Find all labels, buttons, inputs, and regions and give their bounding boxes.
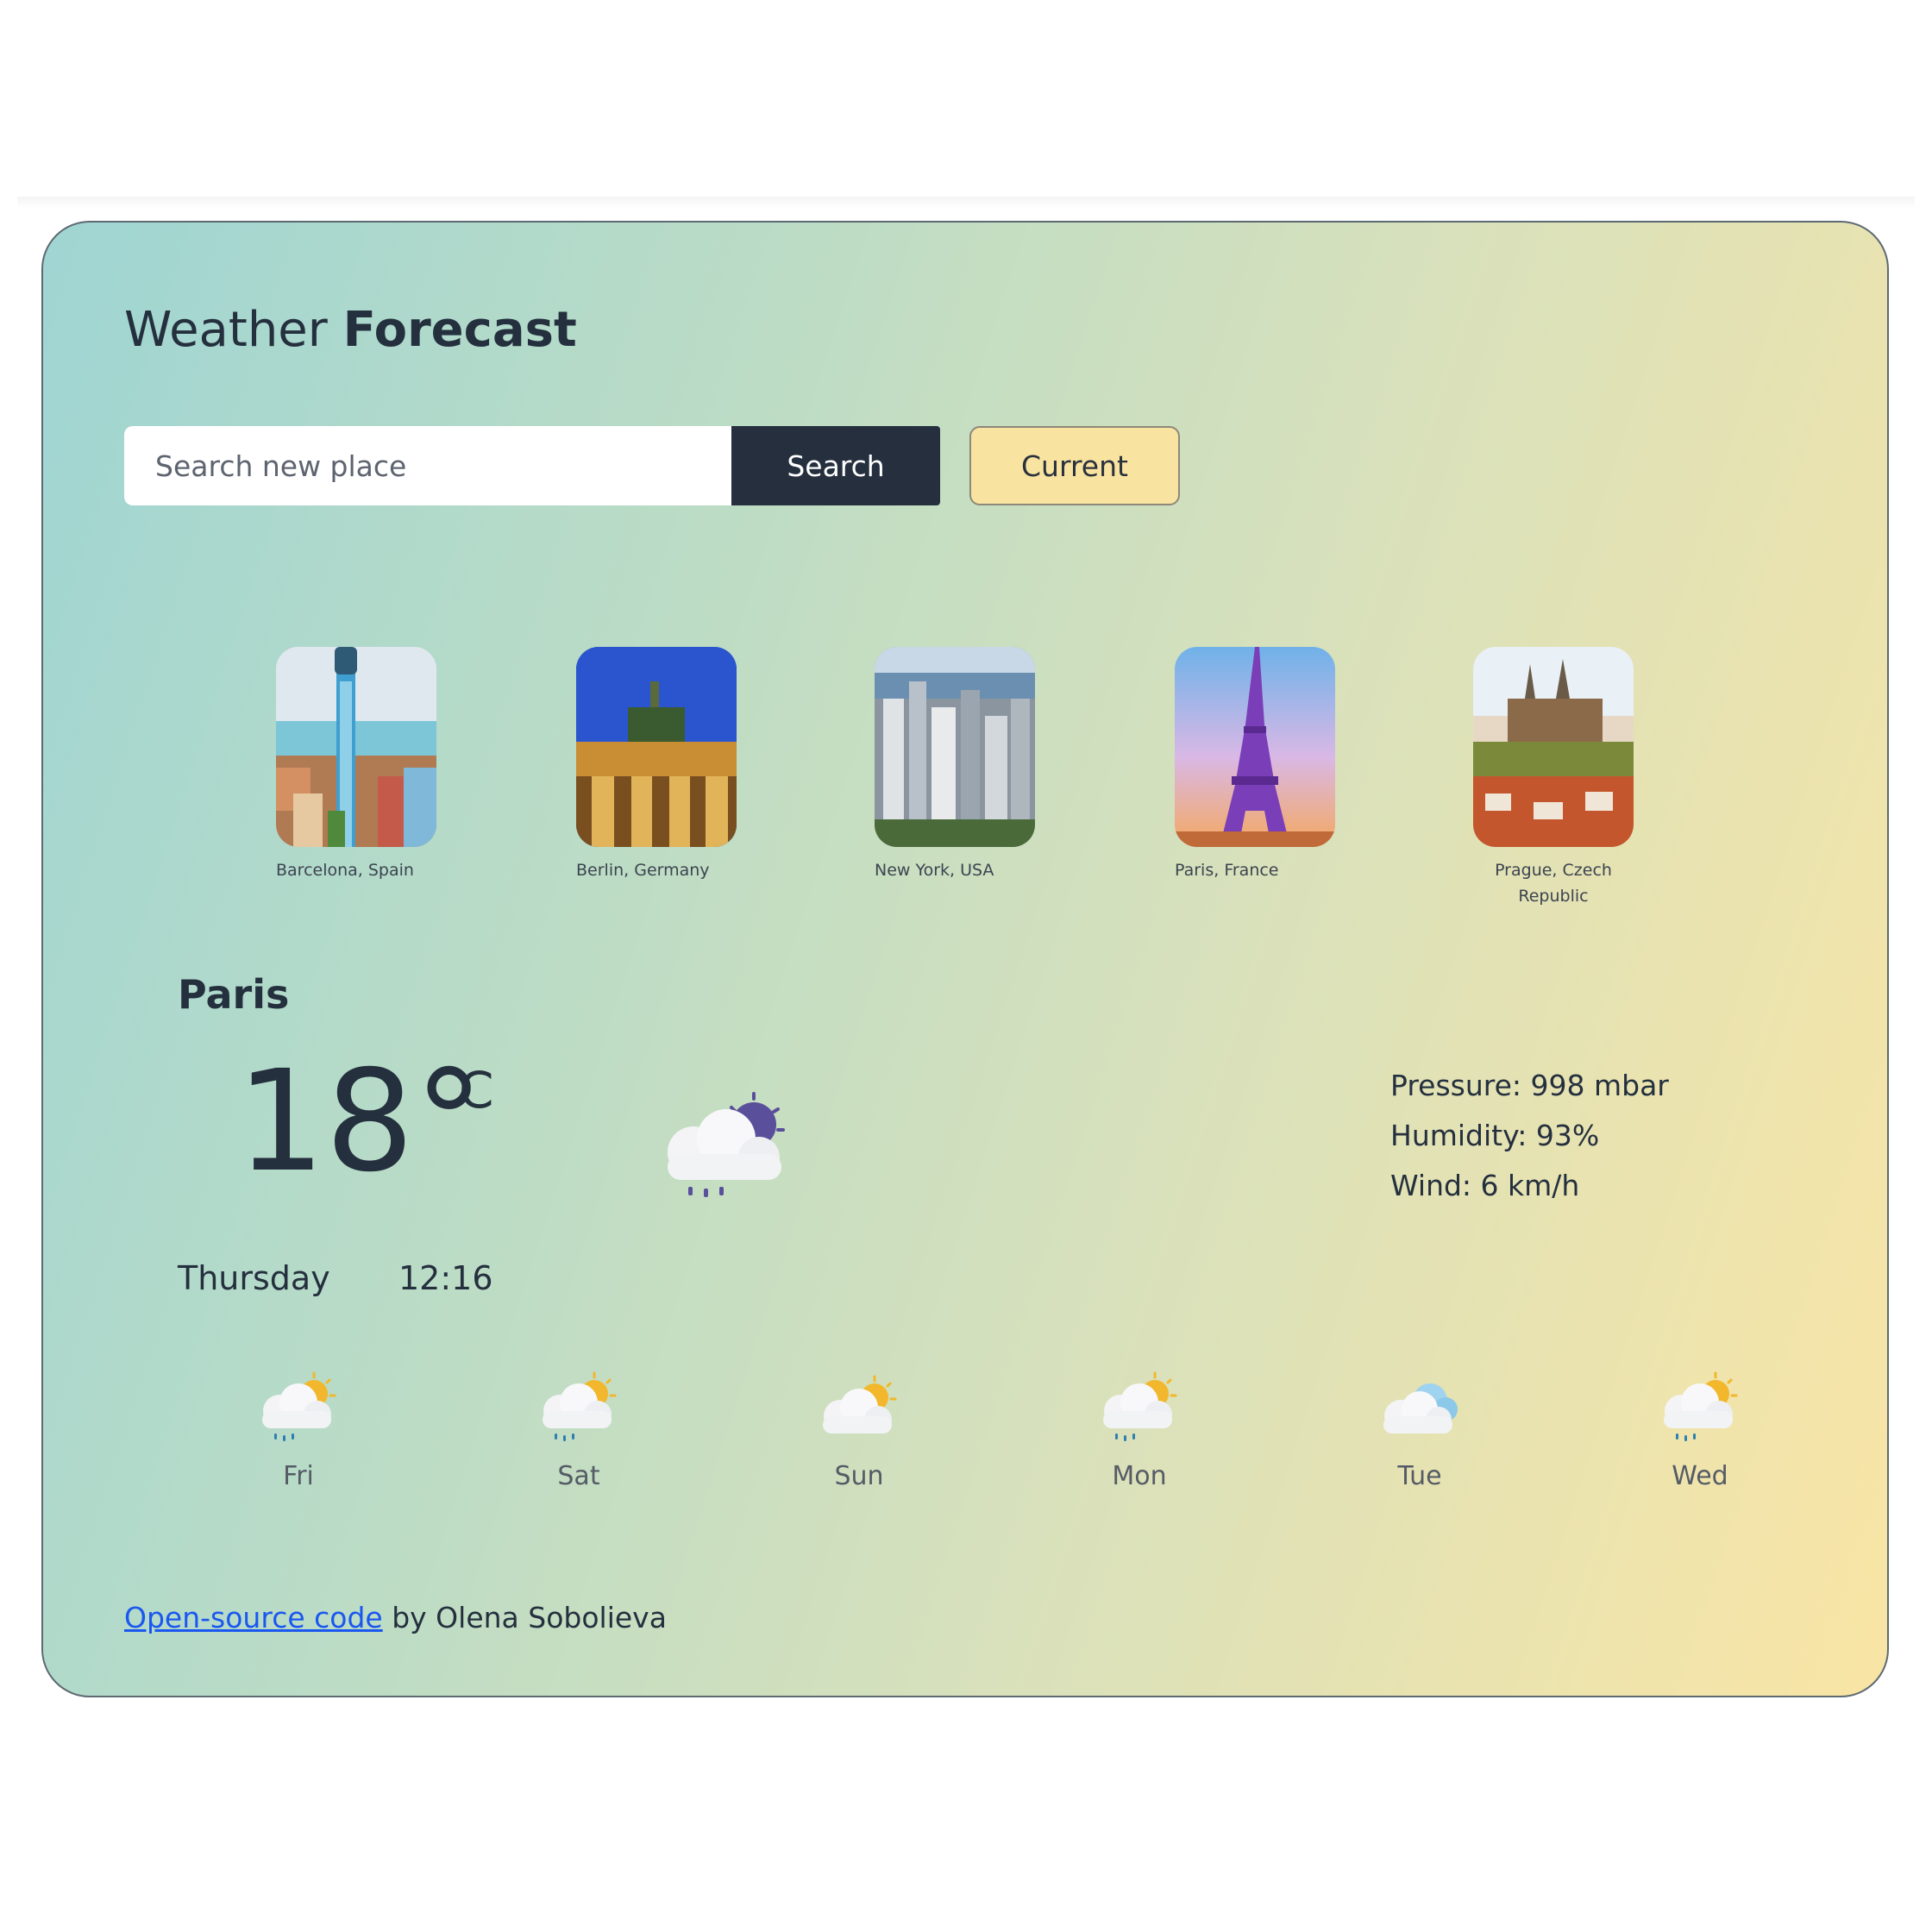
city-name: Barcelona, Spain <box>276 861 414 880</box>
forecast-day: Sat <box>510 1371 648 1491</box>
temperature-unit: C <box>459 1061 494 1120</box>
city-card-new-york[interactable]: New York, USA <box>875 647 1035 883</box>
forecast-day: Wed <box>1631 1371 1769 1491</box>
search-form: Search <box>124 426 940 505</box>
forecast-day-label: Sat <box>557 1461 600 1491</box>
search-button[interactable]: Search <box>731 426 940 505</box>
wind-value: Wind: 6 km/h <box>1390 1169 1580 1202</box>
forecast-day-label: Tue <box>1397 1461 1442 1491</box>
current-weekday: Thursday <box>178 1259 330 1297</box>
city-name: Paris, France <box>1175 861 1279 880</box>
search-input[interactable] <box>124 426 731 505</box>
temperature-value: 18 <box>236 1041 415 1203</box>
forecast-day: Tue <box>1351 1371 1489 1491</box>
city-name: New York, USA <box>875 861 994 880</box>
current-time: 12:16 <box>398 1259 493 1297</box>
new-york-photo[interactable] <box>875 647 1035 847</box>
app-title-bold: Forecast <box>342 302 577 358</box>
berlin-photo[interactable] <box>576 647 737 847</box>
weather-details: Pressure: 998 mbar Humidity: 93% Wind: 6… <box>1390 1061 1669 1211</box>
forecast-day: Sun <box>790 1371 928 1491</box>
app-title: Weather Forecast <box>124 302 577 358</box>
forecast-day-label: Fri <box>283 1461 314 1491</box>
app-title-regular: Weather <box>124 302 328 358</box>
city-card-berlin[interactable]: Berlin, Germany <box>576 647 737 883</box>
forecast-day-label: Sun <box>834 1461 884 1491</box>
forecast-day: Fri <box>229 1371 367 1491</box>
forecast-day-label: Wed <box>1672 1461 1728 1491</box>
current-location-button[interactable]: Current <box>969 426 1180 505</box>
open-source-link[interactable]: Open-source code <box>124 1601 383 1634</box>
sun-cloud-rain-icon <box>543 1371 617 1441</box>
sun-cloud-icon <box>823 1375 897 1433</box>
footer: Open-source code by Olena Sobolieva <box>124 1601 667 1634</box>
city-card-barcelona[interactable]: Barcelona, Spain <box>276 647 436 883</box>
city-card-paris[interactable]: Paris, France <box>1175 647 1335 883</box>
city-name: Berlin, Germany <box>576 861 710 880</box>
current-temperature: 18° <box>236 1052 484 1192</box>
footer-author: by Olena Sobolieva <box>382 1601 667 1634</box>
forecast-day: Mon <box>1070 1371 1208 1491</box>
night-cloud-rain-icon <box>657 1090 795 1206</box>
sun-cloud-rain-icon <box>262 1371 336 1441</box>
weather-app-card: Weather Forecast Search Current Barcelo <box>41 221 1889 1697</box>
pressure-value: Pressure: 998 mbar <box>1390 1069 1669 1102</box>
forecast-day-label: Mon <box>1112 1461 1167 1491</box>
sun-cloud-rain-icon <box>1103 1371 1177 1441</box>
page-top-divider <box>17 197 1915 209</box>
current-city-name: Paris <box>178 971 290 1018</box>
paris-photo[interactable] <box>1175 647 1335 847</box>
sun-cloud-rain-icon <box>1664 1371 1738 1441</box>
humidity-value: Humidity: 93% <box>1390 1119 1600 1152</box>
city-card-prague[interactable]: Prague, Czech Republic <box>1473 647 1634 909</box>
prague-photo[interactable] <box>1473 647 1634 847</box>
city-name: Prague, Czech Republic <box>1495 861 1612 906</box>
barcelona-photo[interactable] <box>276 647 436 847</box>
cloudy-icon <box>1383 1383 1458 1433</box>
